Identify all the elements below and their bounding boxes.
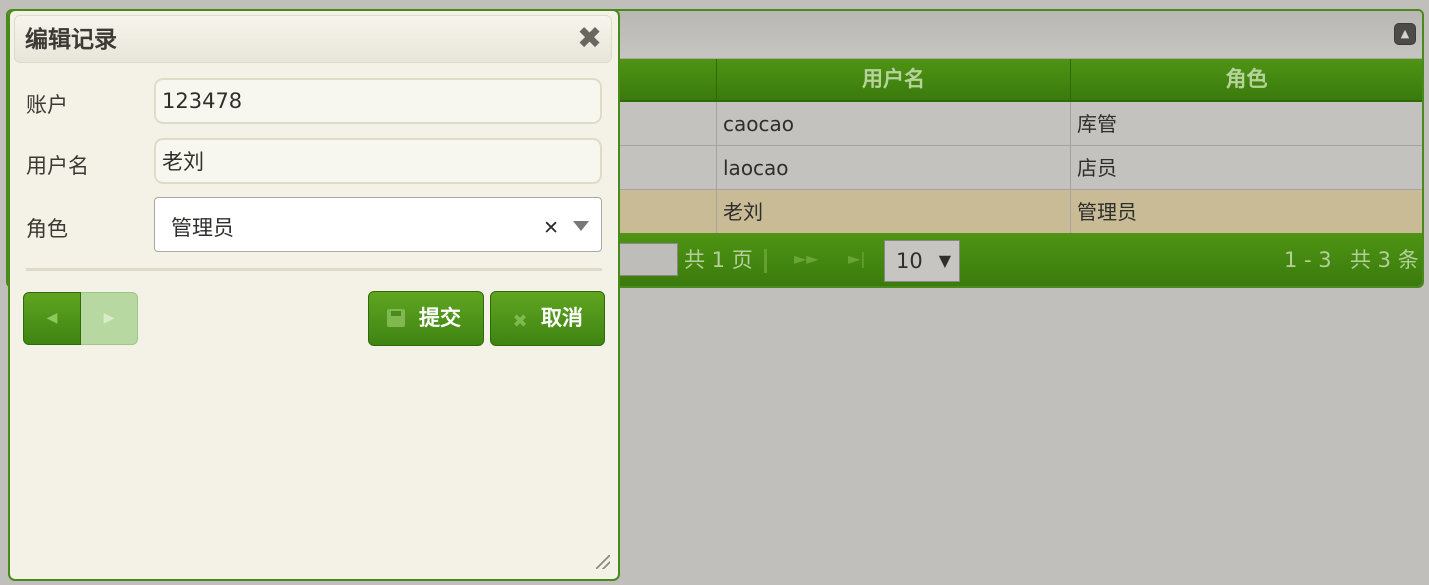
chevron-down-icon[interactable] bbox=[573, 221, 589, 231]
collapse-icon[interactable]: ▲ bbox=[1394, 23, 1416, 45]
role-select-value: 管理员 bbox=[171, 216, 234, 240]
role-select[interactable]: 管理员 ✕ bbox=[154, 197, 602, 252]
cancel-button[interactable]: ✖ 取消 bbox=[490, 291, 605, 346]
submit-button[interactable]: 提交 bbox=[368, 291, 484, 346]
page-size-value: 10 bbox=[896, 249, 923, 273]
resize-grip-icon[interactable] bbox=[596, 555, 610, 569]
chevron-down-icon: ▼ bbox=[938, 251, 951, 270]
cell-username: 老刘 bbox=[716, 190, 1070, 234]
close-icon[interactable]: ✖ bbox=[577, 24, 602, 54]
dialog-titlebar[interactable]: 编辑记录 ✖ bbox=[14, 15, 612, 63]
cell-role: 库管 bbox=[1070, 102, 1422, 146]
account-label: 账户 bbox=[26, 93, 68, 117]
dialog-title: 编辑记录 bbox=[25, 27, 117, 53]
clear-icon[interactable]: ✕ bbox=[543, 198, 559, 258]
record-range-text: 1 - 3 bbox=[1284, 248, 1332, 272]
submit-label: 提交 bbox=[419, 306, 461, 330]
close-icon: ✖ bbox=[512, 311, 528, 332]
pager-separator bbox=[764, 249, 767, 273]
role-label: 角色 bbox=[26, 217, 68, 241]
form-divider bbox=[26, 268, 602, 271]
cell-role: 店员 bbox=[1070, 146, 1422, 190]
account-field[interactable] bbox=[154, 78, 602, 124]
cell-username: caocao bbox=[716, 102, 1070, 146]
edit-record-dialog: 编辑记录 ✖ 账户 用户名 角色 管理员 ✕ ◀ ▶ 提交 ✖ 取消 bbox=[8, 9, 620, 581]
total-pages-text: 共 1 页 bbox=[684, 248, 753, 272]
page-size-select[interactable]: 10 ▼ bbox=[884, 240, 960, 282]
cell-role: 管理员 bbox=[1070, 190, 1422, 234]
column-header-username[interactable]: 用户名 bbox=[716, 59, 1070, 100]
username-field[interactable] bbox=[154, 138, 602, 184]
cell-username: laocao bbox=[716, 146, 1070, 190]
triangle-left-icon: ◀ bbox=[46, 310, 58, 326]
prev-record-button[interactable]: ◀ bbox=[23, 292, 81, 345]
column-header-role[interactable]: 角色 bbox=[1070, 59, 1422, 100]
cancel-label: 取消 bbox=[541, 306, 583, 330]
next-page-icon[interactable]: ►► bbox=[794, 249, 819, 268]
last-page-icon[interactable]: ►| bbox=[848, 249, 866, 268]
record-total-text: 共 3 条 bbox=[1350, 248, 1419, 272]
save-icon bbox=[387, 309, 405, 327]
username-label: 用户名 bbox=[26, 154, 89, 178]
next-record-button[interactable]: ▶ bbox=[81, 292, 138, 345]
triangle-right-icon: ▶ bbox=[103, 310, 115, 326]
